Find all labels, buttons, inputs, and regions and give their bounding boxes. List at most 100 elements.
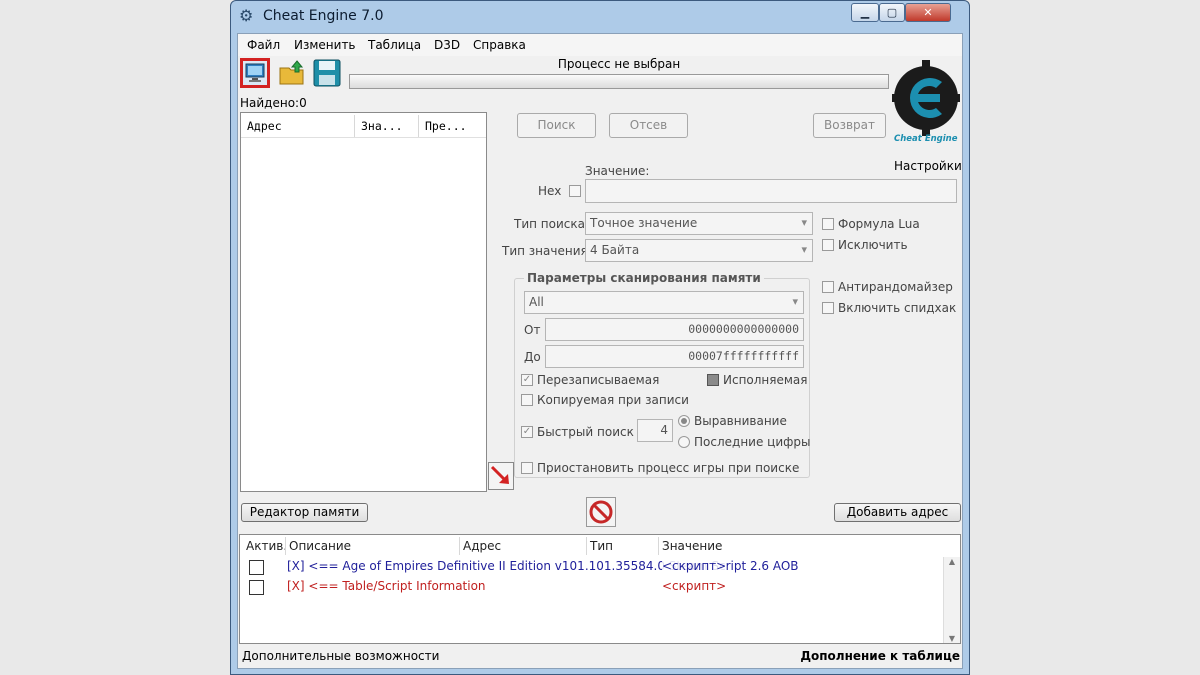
menu-bar: Файл Изменить Таблица D3D Справка — [238, 34, 962, 56]
window-title: Cheat Engine 7.0 — [263, 8, 384, 24]
main-window: ⚙ Cheat Engine 7.0 ▁ ▢ ✕ Файл Изменить Т… — [230, 0, 970, 675]
save-button[interactable] — [312, 58, 342, 88]
col-type[interactable]: Тип — [590, 539, 613, 553]
next-scan-button[interactable]: Отсев — [609, 113, 688, 138]
row-value: <скрипт> — [662, 559, 727, 573]
memory-region-select[interactable]: All — [524, 291, 804, 314]
stop-address-input[interactable]: 00007fffffffffff — [545, 345, 804, 368]
last-digits-label: Последние цифры — [694, 435, 811, 449]
menu-d3d[interactable]: D3D — [434, 38, 460, 52]
col-address[interactable]: Адрес — [463, 539, 501, 553]
computer-icon — [245, 63, 265, 82]
start-address-input[interactable]: 0000000000000000 — [545, 318, 804, 341]
not-label: Исключить — [838, 238, 908, 252]
scroll-down-icon[interactable]: ▼ — [944, 634, 960, 643]
value-input[interactable] — [585, 179, 957, 203]
floppy-disk-icon — [313, 59, 341, 87]
select-process-button[interactable] — [240, 58, 270, 88]
value-type-select[interactable]: 4 Байта — [585, 239, 813, 262]
copy-on-write-checkbox[interactable] — [521, 394, 533, 406]
scan-progress-bar — [349, 74, 889, 89]
results-col-address[interactable]: Адрес — [241, 115, 355, 137]
writable-checkbox[interactable]: ✓ — [521, 374, 533, 386]
menu-table[interactable]: Таблица — [368, 38, 421, 52]
menu-edit[interactable]: Изменить — [294, 38, 356, 52]
memory-region-value: All — [529, 295, 544, 309]
pause-game-checkbox[interactable] — [521, 462, 533, 474]
memory-scan-options-title: Параметры сканирования памяти — [524, 271, 764, 285]
scan-type-value: Точное значение — [590, 216, 698, 230]
advanced-options-link[interactable]: Дополнительные возможности — [242, 649, 439, 663]
red-arrow-icon — [490, 465, 509, 484]
col-separator — [459, 537, 460, 555]
last-digits-radio[interactable] — [678, 436, 690, 448]
process-label: Процесс не выбран — [557, 57, 681, 71]
scan-type-select[interactable]: Точное значение — [585, 212, 813, 235]
executable-checkbox[interactable] — [707, 374, 719, 386]
logo-caption: Cheat Engine — [894, 134, 958, 144]
first-scan-button[interactable]: Поиск — [517, 113, 596, 138]
memory-view-button[interactable]: Редактор памяти — [241, 503, 368, 522]
client-area: Файл Изменить Таблица D3D Справка Процес… — [237, 33, 963, 669]
lua-formula-label: Формула Lua — [838, 217, 920, 231]
hex-label: Hex — [538, 184, 562, 198]
results-col-previous[interactable]: Пре... — [419, 115, 486, 137]
settings-link[interactable]: Настройки — [894, 159, 962, 173]
table-extras-link[interactable]: Дополнение к таблице — [800, 649, 960, 663]
close-button[interactable]: ✕ — [905, 3, 951, 22]
table-row[interactable]: [X] <== Age of Empires Definitive II Edi… — [240, 557, 944, 577]
menu-file[interactable]: Файл — [247, 38, 280, 52]
col-description[interactable]: Описание — [289, 539, 351, 553]
not-checkbox[interactable] — [822, 239, 834, 251]
alignment-radio[interactable] — [678, 415, 690, 427]
maximize-button[interactable]: ▢ — [879, 3, 905, 22]
value-label: Значение: — [585, 164, 650, 178]
fast-scan-checkbox[interactable]: ✓ — [521, 426, 533, 438]
open-folder-icon — [279, 60, 304, 85]
add-all-to-table-button[interactable] — [488, 462, 514, 490]
results-list[interactable]: Адрес Зна... Пре... — [240, 112, 487, 492]
open-file-button[interactable] — [278, 58, 308, 88]
col-separator — [285, 537, 286, 555]
row-description: [X] <== Table/Script Information — [287, 579, 486, 593]
found-count: Найдено:0 — [240, 96, 307, 110]
value-type-value: 4 Байта — [590, 243, 640, 257]
speedhack-checkbox[interactable] — [822, 302, 834, 314]
add-address-manually-button[interactable]: Добавить адрес — [834, 503, 961, 522]
menu-help[interactable]: Справка — [473, 38, 526, 52]
unrandomizer-checkbox[interactable] — [822, 281, 834, 293]
cheat-engine-logo[interactable]: Cheat Engine — [890, 54, 962, 152]
hex-checkbox[interactable] — [569, 185, 581, 197]
results-col-value[interactable]: Зна... — [355, 115, 419, 137]
title-bar[interactable]: ⚙ Cheat Engine 7.0 ▁ ▢ ✕ — [231, 1, 969, 33]
speedhack-label: Включить спидхак — [838, 301, 957, 315]
no-entry-icon — [589, 500, 613, 524]
row-active-checkbox[interactable] — [249, 580, 264, 595]
from-label: От — [524, 323, 541, 337]
writable-label: Перезаписываемая — [537, 373, 660, 387]
scroll-up-icon[interactable]: ▲ — [944, 557, 960, 566]
col-value[interactable]: Значение — [662, 539, 722, 553]
copy-on-write-label: Копируемая при записи — [537, 393, 689, 407]
unrandomizer-label: Антирандомайзер — [838, 280, 953, 294]
value-type-label: Тип значения — [502, 244, 588, 258]
undo-scan-button[interactable]: Возврат — [813, 113, 886, 138]
clear-table-button[interactable] — [586, 497, 616, 527]
col-separator — [586, 537, 587, 555]
row-active-checkbox[interactable] — [249, 560, 264, 575]
results-header-divider — [241, 137, 486, 138]
fast-scan-alignment-input[interactable]: 4 — [637, 419, 673, 442]
scan-type-label: Тип поиска — [514, 217, 585, 231]
cheat-table: Актив. Описание Адрес Тип Значение [X] <… — [239, 534, 961, 644]
cheat-engine-app-icon: ⚙ — [239, 6, 254, 25]
minimize-button[interactable]: ▁ — [851, 3, 879, 22]
col-active[interactable]: Актив. — [246, 539, 287, 553]
row-value: <скрипт> — [662, 579, 727, 593]
table-row[interactable]: [X] <== Table/Script Information <скрипт… — [240, 577, 944, 597]
col-separator — [658, 537, 659, 555]
lua-formula-checkbox[interactable] — [822, 218, 834, 230]
alignment-label: Выравнивание — [694, 414, 787, 428]
pause-game-label: Приостановить процесс игры при поиске — [537, 461, 800, 475]
to-label: До — [524, 350, 541, 364]
vertical-scrollbar[interactable]: ▲ ▼ — [943, 557, 960, 643]
